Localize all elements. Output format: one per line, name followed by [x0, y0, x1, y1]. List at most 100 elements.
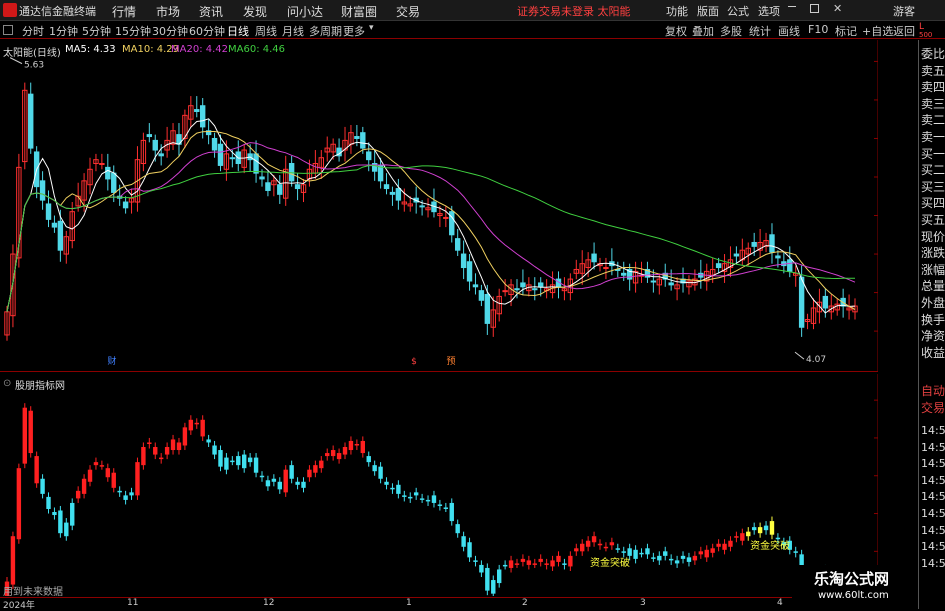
indicator-bar — [686, 557, 692, 562]
indicator-bar — [247, 457, 253, 463]
indicator-bar — [176, 442, 182, 451]
menu-caifuquan[interactable]: 财富圈 — [341, 3, 377, 20]
indicator-bar — [253, 457, 259, 473]
indicator-bar — [479, 564, 484, 573]
indicator-bar — [319, 460, 324, 469]
candle-body — [383, 184, 390, 190]
candle-body — [51, 222, 58, 228]
btn-back[interactable]: 返回 — [893, 23, 915, 39]
menu-gongneng[interactable]: 功能 — [666, 3, 688, 19]
quote-label: 卖四 — [921, 80, 945, 95]
maximize-icon[interactable] — [810, 4, 819, 13]
menu-shichang[interactable]: 市场 — [156, 3, 180, 20]
candle-body — [277, 184, 283, 195]
menu-banmian[interactable]: 版面 — [697, 3, 719, 19]
btn-duogu[interactable]: 多股 — [720, 23, 742, 39]
date-label-4: 4 — [777, 598, 783, 608]
candle-body — [484, 294, 491, 324]
candlestick-chart[interactable]: 5.605.405.205.004.804.604.404.205.634.07… — [0, 40, 878, 372]
indicator-bar — [562, 563, 567, 565]
indicator-bar — [496, 569, 502, 584]
menu-jiaoyi[interactable]: 交易 — [396, 3, 420, 20]
tab-5min[interactable]: 5分钟 — [82, 23, 111, 39]
indicator-bar — [425, 499, 431, 502]
indicator-bar — [283, 469, 288, 493]
indicator-bar — [769, 521, 775, 535]
menu-zixun[interactable]: 资讯 — [199, 3, 223, 20]
indicator-bar — [16, 468, 22, 540]
indicator-bar — [473, 560, 478, 562]
chevron-down-icon[interactable]: ▾ — [369, 23, 374, 33]
indicator-bar — [330, 450, 336, 457]
candle-body — [775, 255, 781, 259]
indicator-bar — [354, 443, 360, 446]
menu-faxian[interactable]: 发现 — [243, 3, 267, 20]
quote-label: 买四 — [921, 196, 945, 211]
menu-wenxiaoda[interactable]: 问小达 — [287, 3, 323, 20]
candle-body — [229, 157, 236, 160]
candle-body — [769, 234, 775, 253]
guest-label[interactable]: 游客 — [893, 3, 915, 19]
tab-more[interactable]: 更多 — [343, 23, 365, 39]
tab-15min[interactable]: 15分钟 — [115, 23, 151, 39]
trade-time: 14:56 — [921, 440, 945, 454]
tab-1min[interactable]: 1分钟 — [49, 23, 78, 39]
tab-weekly[interactable]: 周线 — [255, 23, 277, 39]
indicator-bar — [87, 469, 93, 482]
menu-gongshi[interactable]: 公式 — [727, 3, 749, 19]
watermark-url: www.60lt.com — [818, 590, 889, 601]
indicator-bar — [372, 465, 377, 472]
indicator-bar — [746, 531, 751, 537]
btn-huaxian[interactable]: 画线 — [778, 23, 800, 39]
indicator-bar — [408, 496, 413, 499]
collapse-icon[interactable]: ⊙ — [3, 378, 11, 389]
indicator-bar — [402, 495, 407, 497]
trade-notice[interactable]: 证券交易未登录 太阳能 — [517, 3, 631, 19]
indicator-bar — [46, 496, 51, 509]
tab-daily[interactable]: 日线 — [227, 23, 249, 39]
candle-body — [443, 216, 449, 219]
candle-body — [538, 282, 544, 288]
menu-hangqing[interactable]: 行情 — [112, 3, 136, 20]
indicator-bar — [532, 563, 537, 565]
main-chart-panel[interactable]: 5.605.405.205.004.804.604.404.205.634.07… — [0, 40, 878, 372]
minimize-icon[interactable] — [788, 6, 796, 7]
tab-30min[interactable]: 30分钟 — [152, 23, 188, 39]
btn-f10[interactable]: F10 — [808, 23, 828, 36]
signal-label: 资金突破 — [750, 539, 790, 552]
indicator-bar — [390, 487, 395, 490]
menu-xuanxiang[interactable]: 选项 — [758, 3, 780, 19]
candle-body — [532, 288, 538, 291]
tab-fenshi[interactable]: 分时 — [22, 23, 44, 39]
candle-body — [591, 253, 597, 263]
high-label: 5.63 — [24, 61, 44, 71]
indicator-chart[interactable]: 5.505.255.004.754.50资金突破资金突破 — [0, 374, 878, 596]
indicator-bar — [663, 551, 668, 556]
indicator-bar — [277, 481, 282, 490]
close-icon[interactable]: ✕ — [833, 2, 842, 15]
btn-diejia[interactable]: 叠加 — [692, 23, 714, 39]
indicator-bar — [242, 454, 247, 469]
tab-multi-period[interactable]: 多周期 — [309, 23, 342, 39]
indicator-bar — [645, 548, 650, 555]
btn-fuquan[interactable]: 复权 — [665, 23, 687, 39]
indicator-bar — [218, 450, 223, 467]
indicator-bar — [461, 536, 466, 547]
toggle-icon[interactable] — [3, 25, 13, 35]
candle-body — [57, 220, 64, 251]
btn-tongji[interactable]: 统计 — [749, 23, 771, 39]
indicator-bar — [615, 548, 620, 550]
indicator-bar — [443, 507, 449, 509]
indicator-bar — [10, 536, 16, 585]
candle-body — [265, 182, 271, 191]
btn-biaoji[interactable]: 标记 — [835, 23, 857, 39]
quote-label: 现价 — [921, 229, 945, 244]
quote-label: 外盘 — [921, 296, 945, 310]
btn-add-favorite[interactable]: +自选 — [862, 23, 893, 39]
tab-60min[interactable]: 60分钟 — [189, 23, 225, 39]
indicator-bar — [188, 419, 194, 431]
indicator-bar — [544, 563, 549, 565]
signal-label: 资金突破 — [590, 556, 630, 569]
tab-monthly[interactable]: 月线 — [282, 23, 304, 39]
indicator-panel[interactable]: 5.505.255.004.754.50资金突破资金突破 — [0, 374, 878, 596]
